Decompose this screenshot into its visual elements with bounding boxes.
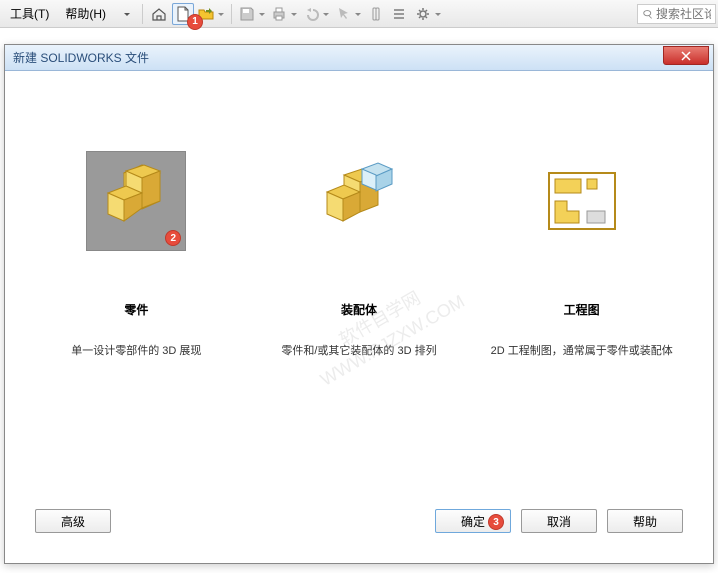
- gear-icon: [415, 6, 431, 22]
- home-button[interactable]: [148, 3, 170, 25]
- search-box[interactable]: [637, 4, 716, 24]
- undo-button[interactable]: [301, 3, 331, 25]
- separator: [142, 4, 143, 24]
- close-icon: [681, 51, 691, 61]
- print-button[interactable]: [269, 3, 299, 25]
- badge-3: 3: [488, 514, 504, 530]
- assembly-icon-wrap: [309, 151, 409, 251]
- menu-tools[interactable]: 工具(T): [2, 1, 57, 27]
- items-icon: [392, 6, 408, 22]
- option-part[interactable]: 2 零件 单一设计零部件的 3D 展现: [36, 151, 236, 358]
- part-icon: [96, 161, 176, 241]
- print-icon: [271, 6, 287, 22]
- drawing-icon-wrap: [532, 151, 632, 251]
- link-icon: [368, 6, 384, 22]
- dialog-body: 软件自学网WWW.RJZXW.COM: [5, 71, 713, 563]
- search-input[interactable]: [656, 7, 711, 21]
- help-button[interactable]: 帮助: [607, 509, 683, 533]
- search-icon: [642, 7, 656, 21]
- option-drawing[interactable]: 工程图 2D 工程制图，通常属于零件或装配体: [482, 151, 682, 358]
- separator: [231, 4, 232, 24]
- cursor-icon: [335, 6, 351, 22]
- dialog-buttons: 高级 确定 3 取消 帮助: [25, 509, 693, 543]
- option-title: 工程图: [482, 301, 682, 318]
- ok-button[interactable]: 确定 3: [435, 509, 511, 533]
- items-button[interactable]: [389, 3, 411, 25]
- save-button[interactable]: [237, 3, 267, 25]
- dialog-title: 新建 SOLIDWORKS 文件: [13, 49, 149, 66]
- option-assembly[interactable]: 装配体 零件和/或其它装配体的 3D 排列: [259, 151, 459, 358]
- part-icon-wrap: 2: [86, 151, 186, 251]
- cursor-button[interactable]: [333, 3, 363, 25]
- option-desc: 单一设计零部件的 3D 展现: [36, 342, 236, 358]
- option-desc: 2D 工程制图，通常属于零件或装配体: [482, 342, 682, 358]
- new-file-dialog: 新建 SOLIDWORKS 文件 软件自学网WWW.RJZXW.COM: [4, 44, 714, 564]
- options-row: 2 零件 单一设计零部件的 3D 展现: [25, 151, 693, 358]
- menu-pin[interactable]: [114, 1, 138, 27]
- save-icon: [239, 6, 255, 22]
- link-button[interactable]: [365, 3, 387, 25]
- option-title: 装配体: [259, 301, 459, 318]
- home-icon: [151, 6, 167, 22]
- ok-label: 确定: [461, 513, 485, 530]
- dialog-titlebar: 新建 SOLIDWORKS 文件: [5, 45, 713, 71]
- close-button[interactable]: [663, 46, 709, 65]
- advanced-button[interactable]: 高级: [35, 509, 111, 533]
- new-file-button[interactable]: 1: [172, 3, 194, 25]
- badge-1: 1: [187, 14, 203, 30]
- drawing-icon: [547, 171, 617, 231]
- assembly-icon: [319, 161, 399, 241]
- cancel-button[interactable]: 取消: [521, 509, 597, 533]
- badge-2: 2: [165, 230, 181, 246]
- menu-help[interactable]: 帮助(H): [57, 1, 114, 27]
- main-toolbar: 工具(T) 帮助(H) 1: [0, 0, 718, 28]
- option-desc: 零件和/或其它装配体的 3D 排列: [259, 342, 459, 358]
- settings-button[interactable]: [413, 3, 443, 25]
- undo-icon: [303, 6, 319, 22]
- option-title: 零件: [36, 301, 236, 318]
